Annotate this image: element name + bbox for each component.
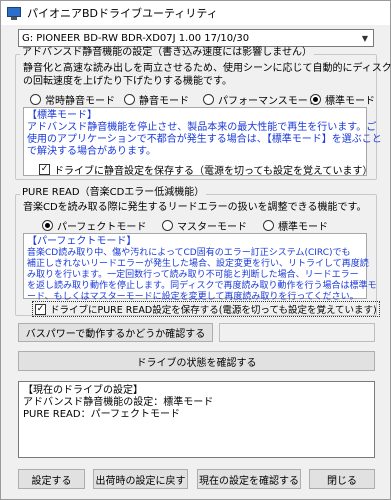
radio-label: 常時静音モード: [45, 96, 115, 107]
monitor-icon: [7, 6, 21, 20]
radio-pureread-standard[interactable]: 標準モード: [263, 218, 328, 233]
drive-select-value: G: PIONEER BD-RW BDR-XD07J 1.00 17/10/30: [22, 32, 250, 44]
close-button[interactable]: 閉じる: [309, 469, 375, 489]
status-line-pureread: PURE READ：パーフェクトモード: [23, 409, 181, 420]
checkbox-label: ドライブにPURE READ設定を保存する(電源を切っても設定を覚えています): [50, 305, 377, 316]
drive-select[interactable]: G: PIONEER BD-RW BDR-XD07J 1.00 17/10/30…: [18, 29, 374, 47]
factory-reset-button[interactable]: 出荷時の設定に戻す: [93, 469, 188, 489]
pureread-group-title: PURE READ（音楽CDエラー低減機能）: [20, 187, 207, 199]
bus-power-check-button[interactable]: バスパワーで動作するかどうか確認する: [18, 323, 213, 342]
radio-silent-quiet[interactable]: 静音モード: [124, 92, 189, 107]
radio-label: 静音モード: [139, 96, 189, 107]
radio-indicator[interactable]: [162, 220, 173, 231]
radio-indicator[interactable]: [30, 94, 41, 105]
status-line-silent: アドバンスド静音機能の設定：標準モード: [23, 397, 214, 408]
status-heading: 【現在のドライブの設定】: [23, 385, 143, 396]
radio-label: パーフェクトモード: [57, 222, 147, 233]
radio-label: マスターモード: [177, 222, 247, 233]
radio-pureread-master[interactable]: マスターモード: [162, 218, 247, 233]
check-current-settings-button[interactable]: 現在の設定を確認する: [197, 469, 301, 489]
checkbox-label: ドライブに静音設定を保存する（電源を切っても設定を覚えています）: [54, 166, 373, 177]
title-bar: パイオニアBDドライブユーティリティ: [1, 1, 390, 25]
radio-label: パフォーマンスモード: [218, 96, 318, 107]
radio-indicator[interactable]: [124, 94, 135, 105]
radio-silent-performance[interactable]: パフォーマンスモード: [203, 92, 318, 107]
window-title: パイオニアBDドライブユーティリティ: [27, 7, 218, 20]
radio-indicator[interactable]: [42, 220, 53, 231]
checkbox-check-icon[interactable]: ✓: [39, 164, 50, 175]
radio-label: 標準モード: [278, 222, 328, 233]
radio-indicator[interactable]: [263, 220, 274, 231]
current-settings-display: 【現在のドライブの設定】 アドバンスド静音機能の設定：標準モード PURE RE…: [18, 381, 375, 458]
silent-info-line3: で解決する場合があります。: [27, 146, 156, 157]
radio-indicator[interactable]: [203, 94, 214, 105]
radio-indicator[interactable]: [310, 94, 321, 105]
silent-description-line1: 静音化と高速な読み出しを両立させるため、使用シーンに応じて自動的にディスク: [23, 63, 391, 74]
radio-label: 標準モード: [325, 96, 375, 107]
pureread-save-checkbox[interactable]: ✓ ドライブにPURE READ設定を保存する(電源を切っても設定を覚えています…: [32, 301, 380, 317]
silent-save-checkbox[interactable]: ✓ ドライブに静音設定を保存する（電源を切っても設定を覚えています）: [39, 162, 373, 177]
radio-pureread-perfect[interactable]: パーフェクトモード: [42, 218, 146, 233]
silent-description-line2: の回転速度を上げたり下げたりする機能です。: [23, 76, 232, 87]
utility-window: パイオニアBDドライブユーティリティ G: PIONEER BD-RW BDR-…: [0, 0, 391, 500]
pureread-description: 音楽CDを読み取る際に発生するリードエラーの扱いを調整できる機能です。: [23, 202, 367, 213]
bus-power-result-field: [219, 323, 375, 342]
chevron-down-icon[interactable]: ▼: [357, 30, 373, 46]
check-drive-status-button[interactable]: ドライブの状態を確認する: [18, 351, 375, 371]
radio-silent-standard[interactable]: 標準モード: [310, 92, 375, 107]
silent-group-title: アドバンスド静音機能の設定（書き込み速度には影響しません）: [20, 47, 314, 59]
radio-silent-always[interactable]: 常時静音モード: [30, 92, 115, 107]
checkbox-check-icon[interactable]: ✓: [35, 303, 46, 315]
apply-button[interactable]: 設定する: [18, 469, 85, 489]
